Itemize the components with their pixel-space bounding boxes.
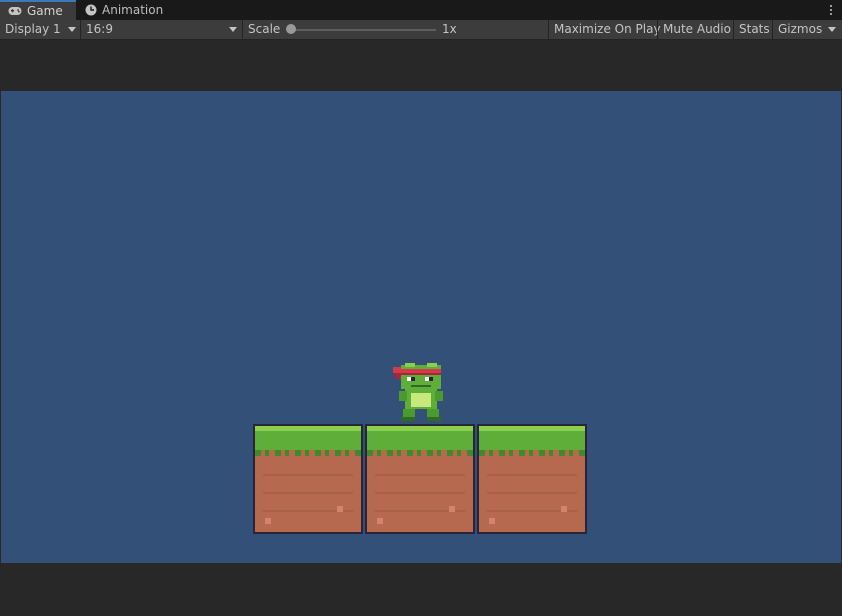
gamepad-icon [8,6,22,16]
scale-slider-thumb[interactable] [286,24,296,34]
scale-slider-track[interactable] [291,29,436,31]
stats-button[interactable]: Stats [734,20,772,39]
gizmos-button[interactable]: Gizmos [773,20,823,39]
tab-game[interactable]: Game [0,0,76,20]
mute-audio-button[interactable]: Mute Audio [658,20,733,39]
game-canvas[interactable] [1,91,841,563]
dirt-pebble [377,518,383,524]
scale-label: Scale [248,22,281,36]
display-dropdown-value: Display 1 [5,22,61,36]
chevron-down-icon [828,27,836,32]
tab-strip: Game Animation [0,0,842,20]
frog-player-icon [393,363,443,421]
dirt-texture [263,474,353,476]
dirt-texture [487,474,577,476]
tab-animation-label: Animation [102,3,164,17]
dirt-pebble [337,506,343,512]
dirt-texture [487,492,577,494]
chevron-down-icon [68,27,76,32]
dirt-pebble [561,506,567,512]
dirt-pebble [449,506,455,512]
dirt-pebble [489,518,495,524]
dirt-texture [375,474,465,476]
display-dropdown[interactable]: Display 1 [0,20,80,39]
ground-tile [477,424,587,534]
aspect-ratio-dropdown[interactable]: 16:9 [81,20,242,39]
aspect-ratio-value: 16:9 [86,22,113,36]
dirt-pebble [265,518,271,524]
grass-highlight [479,426,585,431]
maximize-on-play-button[interactable]: Maximize On Play [549,20,661,39]
scale-value: 1x [442,22,457,36]
game-viewport [0,40,842,616]
ground-tile [253,424,363,534]
tab-animation[interactable]: Animation [77,0,169,20]
game-view-toolbar: Display 1 16:9 Scale 1x Maximize On Play… [0,20,842,40]
gizmos-dropdown[interactable] [823,20,842,39]
grass-highlight [255,426,361,431]
chevron-down-icon [229,27,237,32]
dirt-texture [263,492,353,494]
tab-game-label: Game [27,4,63,18]
grass-highlight [367,426,473,431]
clock-icon [85,4,97,16]
game-view-window: Game Animation Display 1 16:9 Scale 1x M… [0,0,842,616]
dirt-texture [375,492,465,494]
more-options-icon[interactable] [826,2,836,18]
ground-tile [365,424,475,534]
